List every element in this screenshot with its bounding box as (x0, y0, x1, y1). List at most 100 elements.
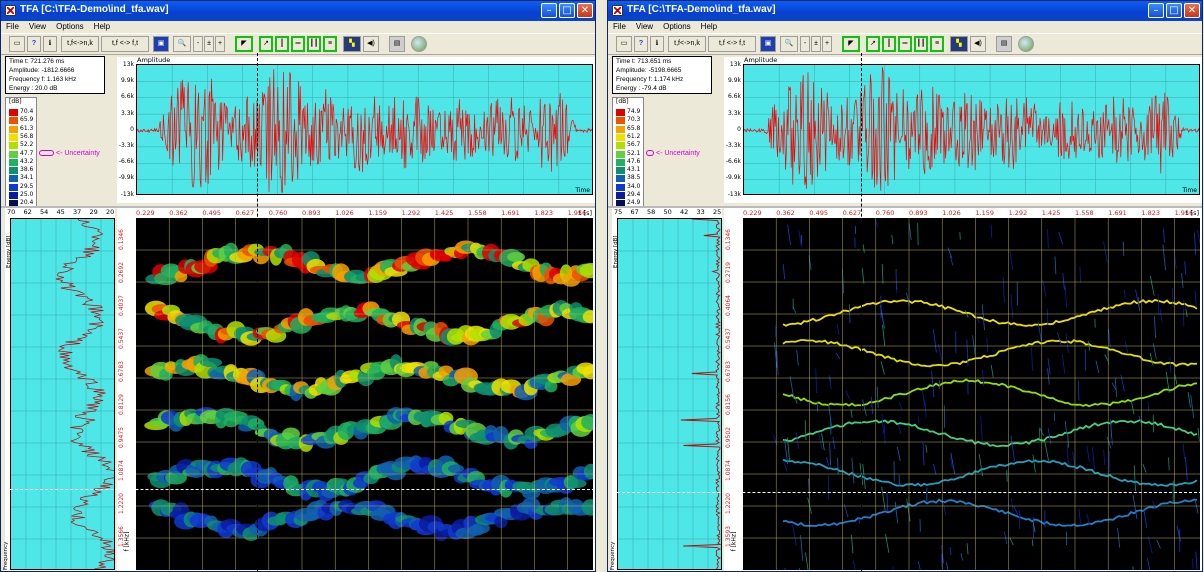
energy-tick: 62 (23, 208, 32, 216)
tf-to-ft-button[interactable]: t,f <-> f,t (708, 36, 756, 52)
maximize-button[interactable]: □ (559, 3, 575, 18)
legend-row: 34.1 (9, 174, 37, 183)
tf-to-nk-button[interactable]: t,f<->n,k (668, 36, 706, 52)
menu-help[interactable]: Help (701, 21, 717, 33)
menu-view[interactable]: View (636, 21, 653, 33)
time-tick: 1.425 (1041, 209, 1061, 217)
display-icon[interactable]: ▣ (153, 36, 169, 52)
globe-icon[interactable] (411, 36, 427, 52)
zoom-step-icon[interactable]: ± (204, 36, 214, 52)
scatter-streak (1103, 449, 1106, 465)
zoom-in-icon[interactable]: + (822, 36, 832, 52)
title-bar[interactable]: TFA [C:\TFA-Demo\ind_tfa.wav] – □ ✕ (1, 1, 595, 21)
scatter-streak (932, 329, 937, 353)
tf-to-nk-button[interactable]: t,f<->n,k (61, 36, 99, 52)
spectrogram-svg (136, 218, 593, 570)
legend-level: 34.1 (20, 174, 34, 182)
menu-bar: File View Options Help (608, 21, 1202, 33)
speaker-icon[interactable]: ◀) (970, 36, 986, 52)
device-icon[interactable]: ▤ (996, 36, 1012, 52)
waveform-plot[interactable]: Time (136, 64, 593, 195)
legend-level: 61.2 (627, 132, 641, 140)
info-icon[interactable]: ℹ (650, 36, 664, 52)
time-tick: 1.823 (1141, 209, 1160, 217)
zoom-out-icon[interactable]: - (193, 36, 203, 52)
scatter-streak (891, 235, 894, 245)
help-icon[interactable]: ? (27, 36, 41, 52)
info-time: Time t: 713.651 ms (616, 58, 672, 65)
zoom-step-icon[interactable]: ± (811, 36, 821, 52)
title-bar[interactable]: TFA [C:\TFA-Demo\ind_tfa.wav] – □ ✕ (608, 1, 1202, 21)
menu-options[interactable]: Options (663, 21, 691, 33)
close-button[interactable]: ✕ (1184, 3, 1200, 18)
columns-3-icon[interactable]: ┃┃ (914, 36, 928, 52)
frequency-tick: 0.5437 (725, 328, 732, 349)
scatter-streak (960, 553, 963, 561)
tf-to-ft-button[interactable]: t,f <-> f,t (101, 36, 149, 52)
scatter-streak (886, 492, 889, 512)
zoom-icon[interactable]: 🔍 (173, 36, 191, 52)
frequency-tick: 0.6783 (725, 361, 732, 382)
energy-plot[interactable] (617, 218, 722, 570)
speaker-icon[interactable]: ◀) (363, 36, 379, 52)
rows-2-icon[interactable]: ═ (898, 36, 912, 52)
amplitude-tick: 9.9k (120, 77, 134, 85)
legend-row: 70.3 (616, 116, 644, 125)
waveform-plot[interactable]: Time (743, 64, 1200, 195)
energy-plot[interactable] (10, 218, 115, 570)
energy-tick: 50 (663, 208, 672, 216)
arrow-tool-icon[interactable]: ↗ (259, 36, 273, 52)
zoom-icon[interactable]: 🔍 (780, 36, 798, 52)
time-cursor[interactable] (257, 53, 258, 571)
maximize-button[interactable]: □ (1166, 3, 1182, 18)
globe-icon[interactable] (1018, 36, 1034, 52)
legend-level: 70.4 (20, 108, 34, 115)
spectrum-icon[interactable]: ▚ (950, 36, 968, 52)
spectrum-icon[interactable]: ▚ (343, 36, 361, 52)
menu-file[interactable]: File (6, 21, 19, 33)
cursor-tool-icon[interactable]: ◤ (235, 36, 253, 52)
close-button[interactable]: ✕ (577, 3, 593, 18)
frequency-tick: 0.8156 (725, 394, 732, 415)
energy-tick: 33 (696, 208, 705, 216)
scatter-streak (1044, 441, 1049, 461)
menu-options[interactable]: Options (56, 21, 84, 33)
spectrogram-plot[interactable] (136, 218, 593, 570)
columns-2-icon[interactable]: ║ (882, 36, 896, 52)
help-icon[interactable]: ? (634, 36, 648, 52)
time-cursor[interactable] (861, 53, 862, 571)
rows-2-icon[interactable]: ═ (291, 36, 305, 52)
uncertainty-label: <- Uncertainty (56, 150, 100, 157)
arrow-tool-icon[interactable]: ↗ (866, 36, 880, 52)
scatter-streak (924, 399, 927, 418)
device-icon[interactable]: ▤ (389, 36, 405, 52)
open-folder-icon[interactable]: ▭ (616, 36, 632, 52)
legend-unit: [dB] (616, 98, 629, 105)
info-icon[interactable]: ℹ (43, 36, 57, 52)
menu-help[interactable]: Help (94, 21, 110, 33)
minimize-button[interactable]: – (541, 3, 557, 18)
frequency-cursor[interactable] (10, 489, 595, 490)
cursor-tool-icon[interactable]: ◤ (842, 36, 860, 52)
reassigned-spectrogram-plot[interactable] (743, 218, 1200, 570)
display-icon[interactable]: ▣ (760, 36, 776, 52)
zoom-in-icon[interactable]: + (215, 36, 225, 52)
scatter-streak (1162, 244, 1166, 270)
columns-2-icon[interactable]: ║ (275, 36, 289, 52)
time-unit-label: t [s] (1185, 209, 1199, 217)
menu-file[interactable]: File (613, 21, 626, 33)
frequency-cursor[interactable] (617, 492, 1202, 493)
open-folder-icon[interactable]: ▭ (9, 36, 25, 52)
scatter-streak (1032, 454, 1036, 473)
info-time: Time t: 721.276 ms (9, 58, 65, 65)
minimize-button[interactable]: – (1148, 3, 1164, 18)
legend-level: 38.6 (20, 166, 34, 174)
main-area: Time t: 721.276 ms Amplitude: -1812.6666… (1, 54, 595, 571)
scatter-streak (774, 325, 776, 338)
rows-3-icon[interactable]: ≡ (930, 36, 944, 52)
menu-view[interactable]: View (29, 21, 46, 33)
zoom-out-icon[interactable]: - (800, 36, 810, 52)
columns-3-icon[interactable]: ┃┃ (307, 36, 321, 52)
scatter-streak (1092, 447, 1095, 470)
rows-3-icon[interactable]: ≡ (323, 36, 337, 52)
